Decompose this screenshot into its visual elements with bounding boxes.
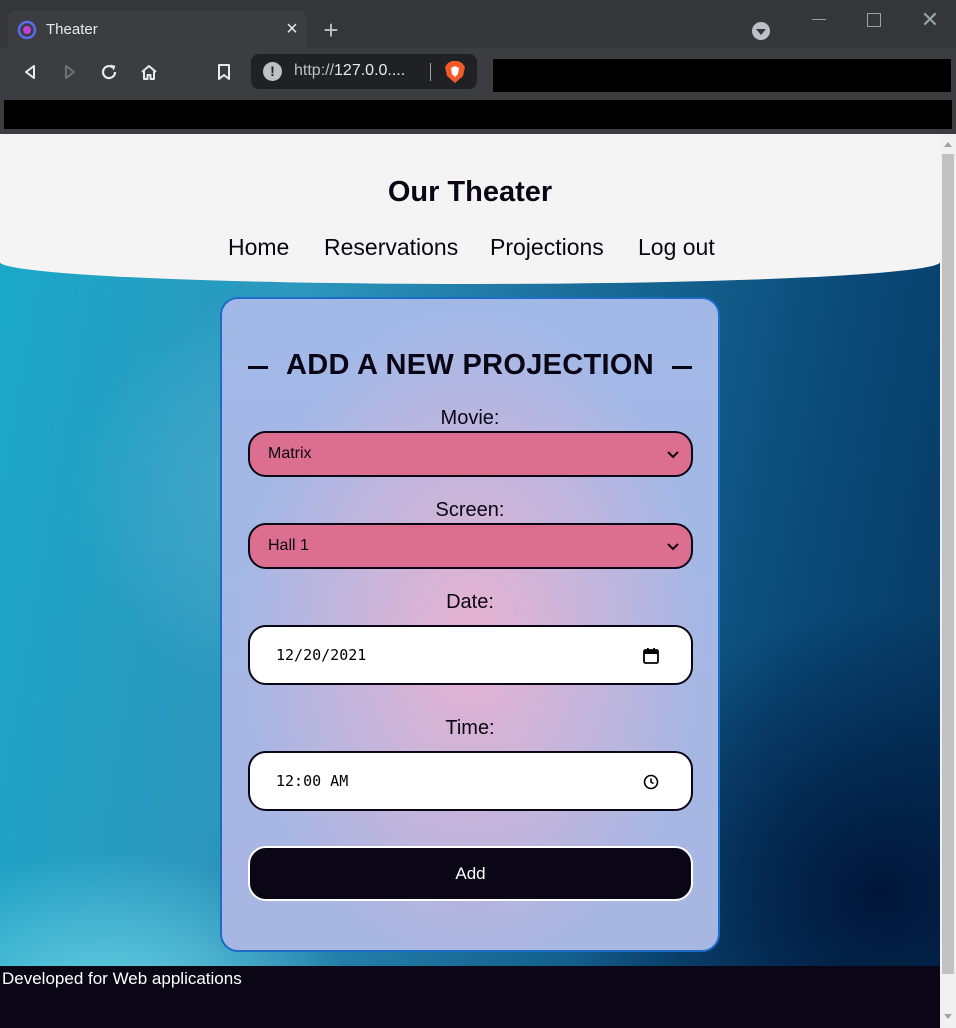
page-scrollbar[interactable] xyxy=(940,134,956,1028)
site-header: Our Theater Home Reservations Projection… xyxy=(0,134,940,284)
forward-icon[interactable] xyxy=(56,58,84,86)
site-title: Our Theater xyxy=(387,176,553,208)
browser-tab[interactable]: Theater × xyxy=(8,10,306,50)
tab-search-icon[interactable] xyxy=(752,22,770,40)
heading-dash-right xyxy=(672,366,692,369)
minimize-window-icon[interactable] xyxy=(806,6,834,34)
site-info-icon[interactable]: ! xyxy=(263,62,282,81)
chevron-down-icon xyxy=(667,451,679,459)
url-text: http://127.0.0.... xyxy=(294,62,406,79)
add-button[interactable]: Add xyxy=(248,846,693,901)
time-input-value: 12:00 AM xyxy=(276,772,349,790)
screen-select[interactable]: Hall 1 xyxy=(248,523,693,569)
address-bar[interactable]: ! http://127.0.0.... xyxy=(251,54,477,89)
reload-icon[interactable] xyxy=(95,58,123,86)
scrollbar-thumb[interactable] xyxy=(942,154,954,974)
redacted-area xyxy=(493,59,951,92)
home-icon[interactable] xyxy=(135,58,163,86)
footer-text: Developed for Web applications xyxy=(2,969,242,988)
nav-projections-link[interactable]: Projections xyxy=(490,234,604,261)
date-input-value: 12/20/2021 xyxy=(276,646,367,664)
close-window-icon[interactable]: ✕ xyxy=(916,6,944,34)
page-viewport: Our Theater Home Reservations Projection… xyxy=(0,134,940,1028)
add-projection-form: ADD A NEW PROJECTION Movie: Matrix Scree… xyxy=(220,297,720,952)
time-input[interactable]: 12:00 AM xyxy=(248,751,693,811)
date-label: Date: xyxy=(446,591,494,613)
site-favicon-icon xyxy=(17,20,37,40)
calendar-icon[interactable] xyxy=(641,646,661,666)
movie-label: Movie: xyxy=(440,407,500,429)
clock-icon[interactable] xyxy=(641,772,661,792)
nav-home-link[interactable]: Home xyxy=(228,234,289,261)
nav-logout-link[interactable]: Log out xyxy=(638,234,715,261)
url-separator xyxy=(430,63,431,81)
bookmarks-bar xyxy=(0,96,956,134)
site-footer: Developed for Web applications xyxy=(0,966,940,1028)
movie-select[interactable]: Matrix xyxy=(248,431,693,477)
movie-select-value: Matrix xyxy=(268,445,312,462)
new-tab-icon[interactable]: + xyxy=(316,16,346,46)
tab-title: Theater xyxy=(46,21,98,38)
nav-reservations-link[interactable]: Reservations xyxy=(324,234,458,261)
date-input[interactable]: 12/20/2021 xyxy=(248,625,693,685)
browser-toolbar: ! http://127.0.0.... xyxy=(0,48,956,96)
redacted-bar xyxy=(4,100,952,129)
bookmark-icon[interactable] xyxy=(210,58,238,86)
scroll-up-icon[interactable] xyxy=(944,142,952,147)
time-label: Time: xyxy=(445,717,495,739)
brave-shields-icon[interactable] xyxy=(444,60,466,84)
screen-label: Screen: xyxy=(435,499,505,521)
chevron-down-icon xyxy=(667,543,679,551)
screen-select-value: Hall 1 xyxy=(268,537,309,554)
form-heading: ADD A NEW PROJECTION xyxy=(286,349,654,381)
scroll-down-icon[interactable] xyxy=(944,1014,952,1019)
maximize-window-icon[interactable] xyxy=(860,6,888,34)
tab-close-icon[interactable]: × xyxy=(280,17,304,41)
browser-tab-bar: Theater × + ✕ xyxy=(0,0,956,50)
back-icon[interactable] xyxy=(16,58,44,86)
